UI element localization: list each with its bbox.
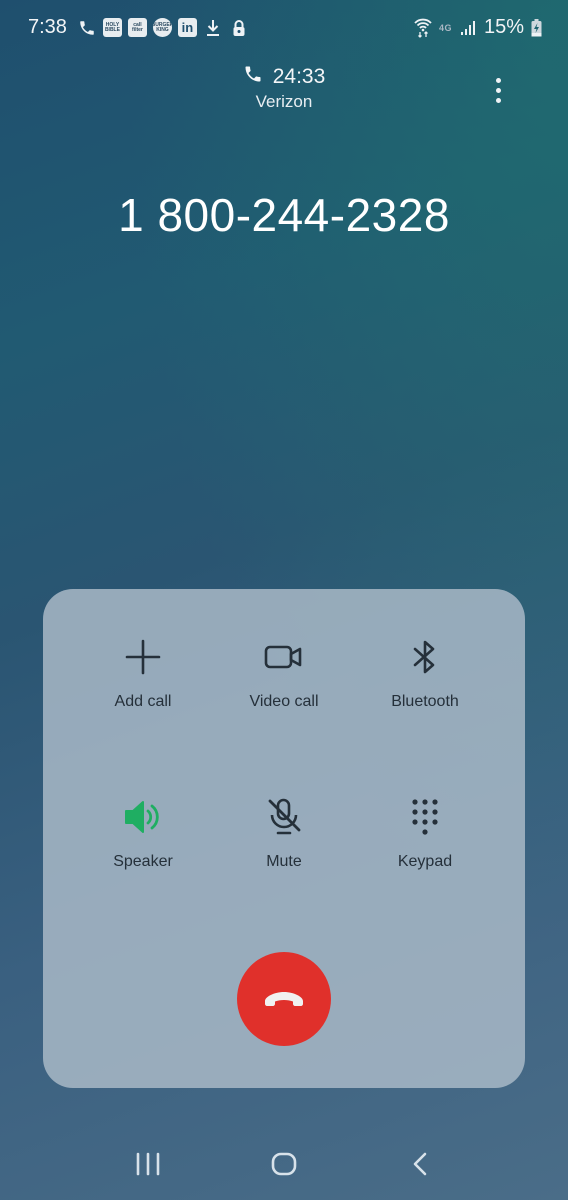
keypad-button[interactable]: Keypad — [355, 795, 495, 895]
signal-icon — [458, 18, 478, 38]
navigation-bar — [0, 1132, 568, 1200]
more-options-icon — [495, 77, 501, 83]
status-time: 7:38 — [28, 16, 67, 38]
battery-charging-icon — [530, 18, 542, 38]
mute-label: Mute — [266, 853, 302, 870]
download-icon — [203, 18, 223, 38]
end-call-button[interactable] — [237, 952, 331, 1046]
burger-king-app-icon: BURGER KING — [152, 18, 172, 37]
video-call-label: Video call — [249, 693, 319, 710]
plus-icon — [121, 635, 165, 679]
wifi-icon — [413, 18, 433, 38]
video-camera-icon — [262, 635, 306, 679]
carrier-name: Verizon — [255, 92, 313, 111]
phone-number: 1 800-244-2328 — [118, 189, 450, 241]
home-icon — [271, 1152, 297, 1181]
call-header: 24:33 Verizon — [0, 64, 568, 112]
recent-apps-icon — [135, 1152, 161, 1181]
network-4g-icon: 4G — [438, 22, 452, 33]
add-call-button[interactable]: Add call — [73, 635, 213, 735]
lock-icon — [229, 18, 249, 38]
video-call-button[interactable]: Video call — [214, 635, 354, 735]
status-right: 4G 15% — [413, 16, 542, 39]
keypad-icon — [403, 795, 447, 839]
phone-icon — [77, 18, 97, 38]
call-filter-app-icon: call filter — [127, 18, 147, 37]
status-left: 7:38 HOLY BIBLE call filter BURGER KING … — [28, 16, 249, 39]
mic-off-icon — [262, 795, 306, 839]
recent-apps-button[interactable] — [123, 1146, 173, 1186]
call-controls-panel: Add call Video call Bluetooth Speaker Mu… — [43, 589, 525, 1088]
add-call-label: Add call — [114, 693, 172, 710]
bluetooth-label: Bluetooth — [391, 693, 459, 710]
speaker-icon — [121, 795, 165, 839]
speaker-label: Speaker — [113, 853, 173, 870]
hang-up-icon — [262, 988, 306, 1011]
back-icon — [411, 1152, 429, 1181]
keypad-label: Keypad — [397, 853, 453, 870]
home-button[interactable] — [259, 1146, 309, 1186]
bluetooth-icon — [403, 635, 447, 679]
holy-bible-app-icon: HOLY BIBLE — [102, 18, 122, 37]
battery-percent: 15% — [483, 16, 524, 38]
linkedin-app-icon: in — [177, 18, 197, 37]
mute-button[interactable]: Mute — [214, 795, 354, 895]
call-active-phone-icon — [243, 64, 263, 89]
more-options-button[interactable] — [486, 75, 510, 105]
bluetooth-button[interactable]: Bluetooth — [355, 635, 495, 735]
speaker-button[interactable]: Speaker — [73, 795, 213, 895]
call-timer-row: 24:33 — [243, 64, 326, 89]
call-timer: 24:33 — [272, 64, 326, 88]
back-button[interactable] — [395, 1146, 445, 1186]
status-bar: 7:38 HOLY BIBLE call filter BURGER KING … — [0, 0, 568, 55]
